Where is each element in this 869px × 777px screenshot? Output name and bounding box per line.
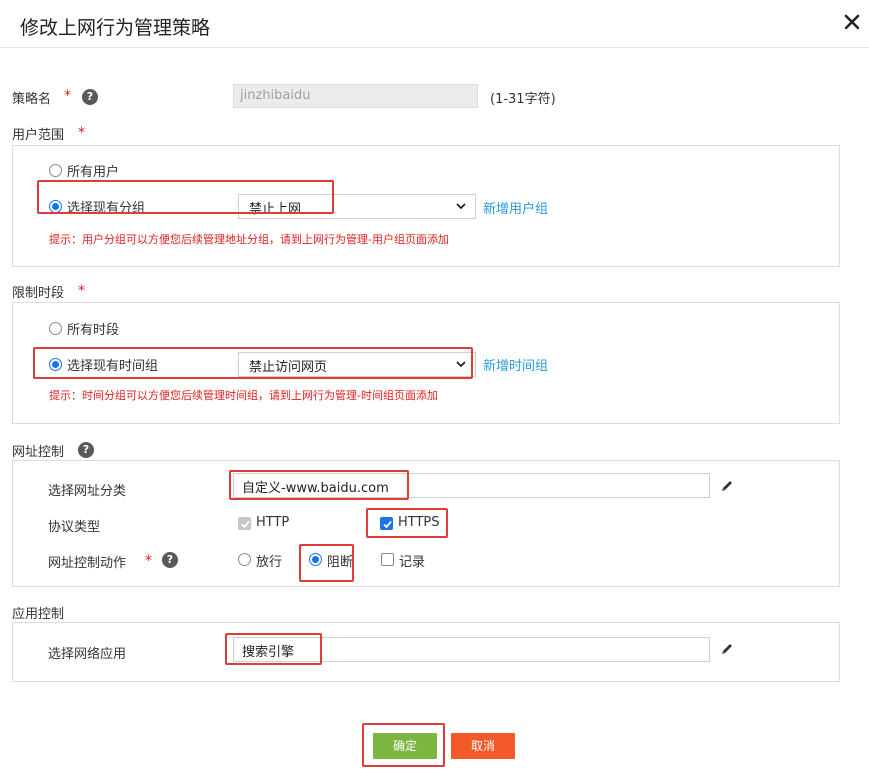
radio-select-user-group-label: 选择现有分组: [67, 201, 146, 216]
checkbox-https[interactable]: [380, 517, 393, 530]
cancel-button[interactable]: 取消: [451, 733, 515, 759]
radio-all-times[interactable]: [49, 322, 62, 335]
checkbox-action-log[interactable]: [381, 553, 394, 566]
radio-select-user-group[interactable]: [49, 200, 62, 213]
radio-all-users[interactable]: [49, 164, 62, 177]
protocol-type-label: 协议类型: [48, 520, 101, 535]
time-limit-hint: 提示：时间分组可以方便您后续管理时间组，请到上网行为管理-时间组页面添加: [49, 389, 438, 402]
radio-action-allow[interactable]: [238, 553, 251, 566]
url-action-label: 网址控制动作: [48, 556, 127, 571]
required-mark: *: [145, 553, 152, 569]
radio-select-time-group-label: 选择现有时间组: [67, 359, 159, 374]
chevron-down-icon: [456, 203, 466, 210]
header-divider: [0, 47, 869, 48]
radio-select-time-group[interactable]: [49, 358, 62, 371]
checkbox-https-label: HTTPS: [398, 515, 440, 530]
time-group-select-value: 禁止访问网页: [249, 360, 328, 375]
network-app-input[interactable]: 搜索引擎: [233, 637, 710, 662]
network-app-label: 选择网络应用: [48, 647, 127, 662]
url-control-label: 网址控制: [12, 445, 65, 460]
pencil-icon[interactable]: [720, 642, 734, 656]
policy-name-hint: (1-31字符): [490, 92, 556, 107]
radio-all-times-label: 所有时段: [67, 323, 120, 338]
help-icon[interactable]: ?: [78, 442, 94, 458]
checkbox-http: [238, 517, 251, 530]
user-scope-hint: 提示：用户分组可以方便您后续管理地址分组，请到上网行为管理-用户组页面添加: [49, 233, 449, 246]
radio-all-users-label: 所有用户: [67, 165, 120, 180]
required-mark: *: [78, 283, 85, 299]
help-icon[interactable]: ?: [82, 89, 98, 105]
time-group-select[interactable]: 禁止访问网页: [238, 352, 476, 377]
radio-action-block-label: 阻断: [327, 555, 354, 570]
user-group-select-value: 禁止上网: [249, 202, 302, 217]
dialog-title: 修改上网行为管理策略: [20, 17, 211, 39]
app-control-label: 应用控制: [12, 607, 65, 622]
add-time-group-link[interactable]: 新增时间组: [483, 355, 548, 374]
help-icon[interactable]: ?: [162, 552, 178, 568]
required-mark: *: [78, 125, 85, 141]
time-limit-label: 限制时段: [12, 286, 65, 301]
radio-action-allow-label: 放行: [256, 555, 283, 570]
chevron-down-icon: [456, 361, 466, 368]
checkbox-http-label: HTTP: [256, 515, 290, 530]
add-user-group-link[interactable]: 新增用户组: [483, 198, 548, 217]
user-scope-label: 用户范围: [12, 128, 65, 143]
pencil-icon[interactable]: [720, 479, 734, 493]
url-category-input[interactable]: 自定义-www.baidu.com: [233, 473, 710, 498]
required-mark: *: [64, 88, 71, 104]
user-group-select[interactable]: 禁止上网: [238, 194, 476, 219]
url-category-label: 选择网址分类: [48, 484, 127, 499]
close-icon[interactable]: [842, 12, 862, 32]
radio-action-block[interactable]: [309, 553, 322, 566]
checkbox-action-log-label: 记录: [399, 555, 426, 570]
policy-name-input[interactable]: jinzhibaidu: [233, 84, 478, 108]
policy-name-label: 策略名: [12, 92, 52, 107]
confirm-button[interactable]: 确定: [373, 733, 437, 759]
